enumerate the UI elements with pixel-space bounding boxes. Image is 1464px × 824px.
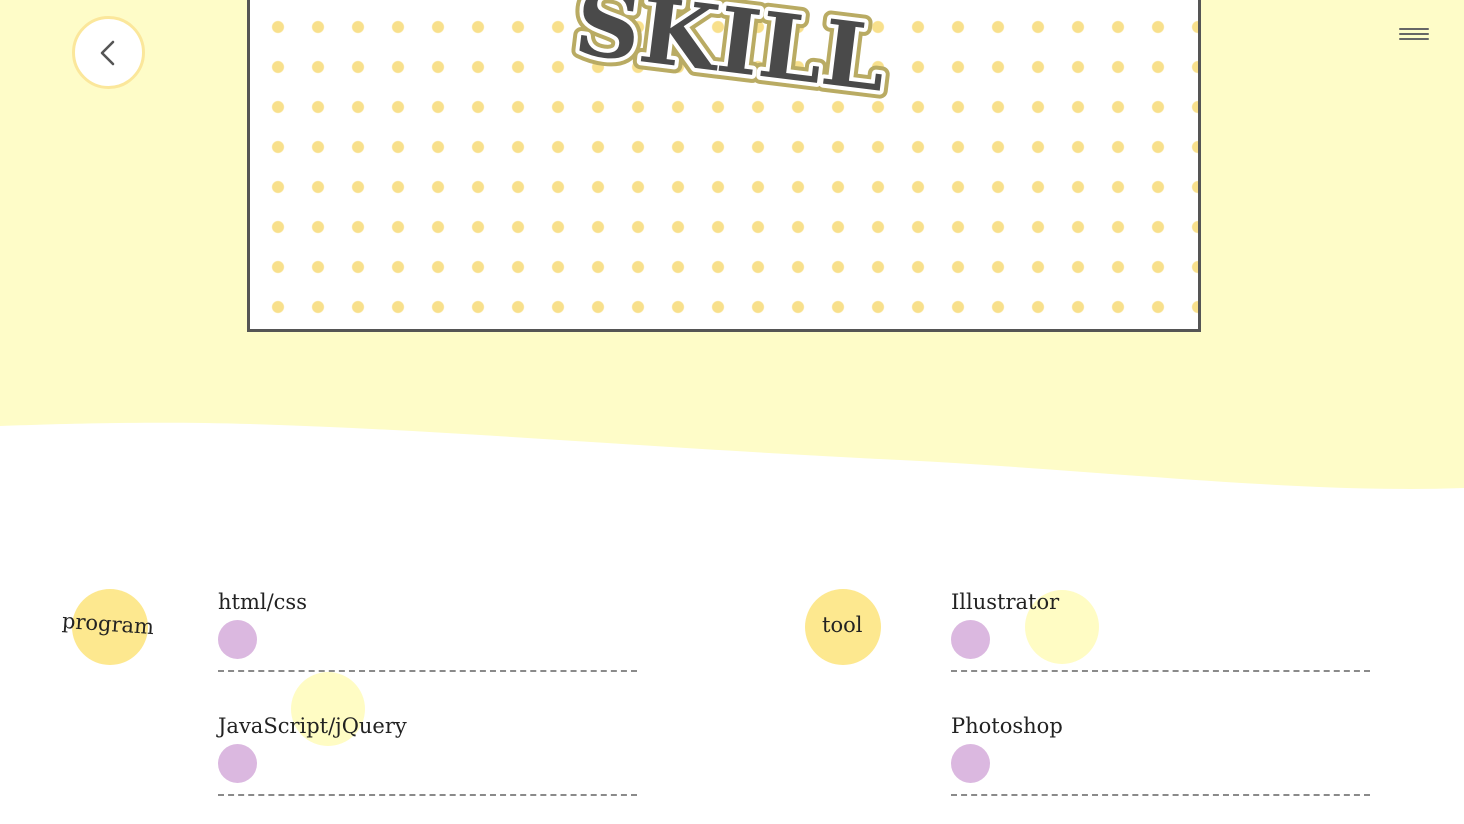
skill-level-dot — [218, 620, 257, 659]
hamburger-menu-icon-line — [1399, 33, 1429, 35]
hamburger-menu-icon-line — [1399, 38, 1429, 40]
skill-divider — [951, 794, 1370, 796]
hamburger-menu-button[interactable] — [1396, 24, 1432, 46]
skill-level — [951, 620, 990, 659]
skill-item: html/css — [218, 590, 637, 674]
skill-divider — [218, 670, 637, 672]
hamburger-menu-icon-line — [1399, 28, 1429, 30]
back-button[interactable] — [72, 16, 145, 89]
category-label-tool: tool — [822, 613, 863, 637]
skill-level-dot — [951, 620, 990, 659]
skill-name: Illustrator — [951, 590, 1060, 614]
skill-level — [218, 744, 257, 783]
skill-name: html/css — [218, 590, 307, 614]
hero-title-text: SKILL — [569, 0, 891, 113]
skill-item: Photoshop — [951, 714, 1370, 798]
skill-item: JavaScript/jQuery — [218, 714, 637, 798]
hero-title: SKILL SKILL SKILL — [561, 0, 899, 121]
skill-item: Illustrator — [951, 590, 1370, 674]
skill-name: JavaScript/jQuery — [218, 714, 407, 738]
skill-divider — [218, 794, 637, 796]
skill-level — [951, 744, 990, 783]
chevron-left-icon — [100, 40, 114, 65]
page: SKILL SKILL SKILL program html/css JavaS… — [0, 0, 1464, 824]
skill-level-dot — [218, 744, 257, 783]
skill-level — [218, 620, 257, 659]
skill-name: Photoshop — [951, 714, 1063, 738]
skill-level-dot — [951, 744, 990, 783]
skill-divider — [951, 670, 1370, 672]
